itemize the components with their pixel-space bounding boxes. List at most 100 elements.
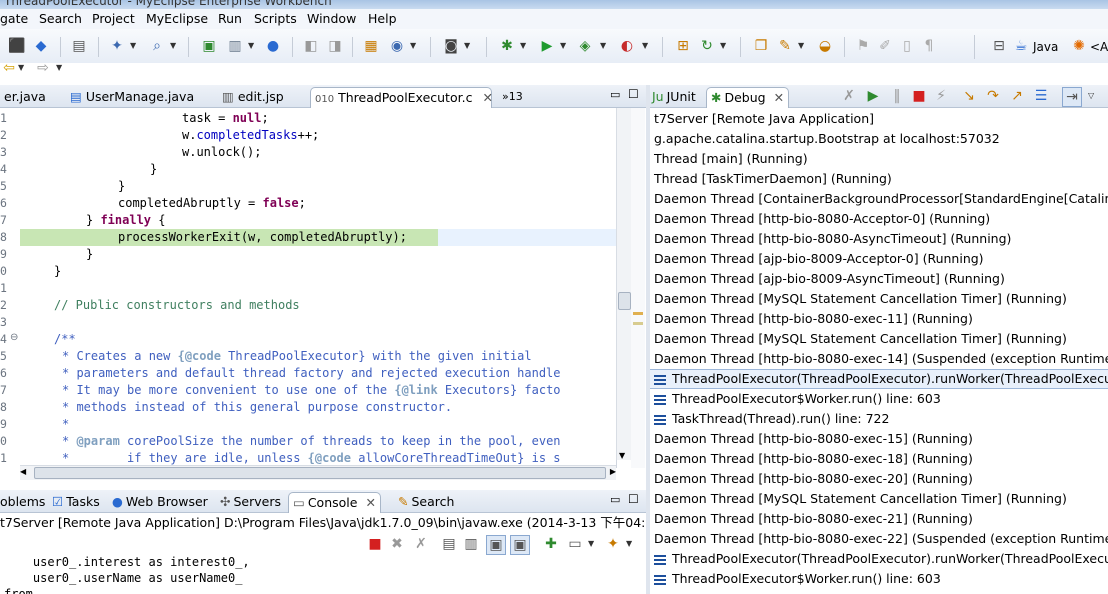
new-wizard-icon[interactable]: ✦ <box>108 37 126 55</box>
stack-frame-row-selected[interactable]: ThreadPoolExecutor(ThreadPoolExecutor).r… <box>650 369 1108 389</box>
maximize-icon[interactable]: ☐ <box>628 87 639 101</box>
close-icon[interactable]: ✕ <box>482 90 492 105</box>
minimize-icon[interactable]: ▭ <box>610 88 620 101</box>
tab-servers[interactable]: ✣ Servers <box>220 492 281 512</box>
more-tabs-button[interactable]: »13 <box>498 87 532 107</box>
thread-row[interactable]: Thread [main] (Running) <box>654 149 808 169</box>
open-perspective-icon[interactable]: ⊟ <box>990 37 1008 55</box>
chevron-down-icon[interactable]: ▼ <box>642 41 648 50</box>
thread-row[interactable]: Daemon Thread [ajp-bio-8009-Acceptor-0] … <box>654 249 984 269</box>
open-task-icon[interactable]: ◒ <box>816 37 834 55</box>
menu-project[interactable]: Project <box>92 11 135 26</box>
tab-console[interactable]: ▭ Console ✕ <box>288 492 381 513</box>
tab-edit-jsp[interactable]: ▥ edit.jsp <box>218 87 302 107</box>
chevron-down-icon[interactable]: ▼ <box>170 41 176 50</box>
thread-row[interactable]: Daemon Thread [MySQL Statement Cancellat… <box>654 289 1067 309</box>
clear-console-icon[interactable]: ▤ <box>440 535 458 553</box>
forward-history-icon[interactable]: ◨ <box>326 37 344 55</box>
chevron-down-icon[interactable]: ▽ <box>1088 91 1094 100</box>
terminate-icon[interactable]: ■ <box>366 535 384 553</box>
display-console-icon[interactable]: ▭ <box>566 535 584 553</box>
open-console-icon[interactable]: ✦ <box>604 535 622 553</box>
disconnect-icon[interactable]: ⚡ <box>932 87 950 105</box>
occurrence-marker[interactable] <box>633 312 643 315</box>
thread-row[interactable]: Daemon Thread [http-bio-8080-AsyncTimeou… <box>654 229 1011 249</box>
chevron-down-icon[interactable]: ▼ <box>720 41 726 50</box>
menu-help[interactable]: Help <box>368 11 397 26</box>
tab-threadpoolexecutor[interactable]: 010 ThreadPoolExecutor.c ✕ <box>310 87 493 108</box>
stack-frame-row[interactable]: TaskThread(Thread).run() line: 722 <box>654 409 889 429</box>
tab-tasks[interactable]: ☑ Tasks <box>52 492 100 512</box>
new-class-icon[interactable]: ⊞ <box>674 37 692 55</box>
tab-problems[interactable]: oblems <box>0 492 45 512</box>
scroll-lock-icon[interactable]: ▥ <box>462 535 480 553</box>
remove-terminated-icon[interactable]: ✗ <box>840 87 858 105</box>
show-whitespace-icon[interactable]: ¶ <box>920 37 938 55</box>
new-icon[interactable]: ⬛ <box>8 37 26 55</box>
run-external-icon[interactable]: ◈ <box>576 37 594 55</box>
maximize-icon[interactable]: ☐ <box>628 492 639 506</box>
show-on-stdout-icon[interactable]: ▣ <box>486 535 506 555</box>
stack-frame-row[interactable]: ThreadPoolExecutor$Worker.run() line: 60… <box>654 569 941 589</box>
chevron-down-icon[interactable]: ▼ <box>130 41 136 50</box>
editor-horizontal-scrollbar[interactable]: ◀ ▶ <box>20 465 616 480</box>
thread-row-suspended[interactable]: Daemon Thread [http-bio-8080-exec-14] (S… <box>654 349 1108 369</box>
thread-row[interactable]: Daemon Thread [http-bio-8080-Acceptor-0]… <box>654 209 990 229</box>
java-perspective-icon[interactable]: ☕ <box>1012 37 1030 55</box>
menu-search[interactable]: Search <box>39 11 82 26</box>
step-into-icon[interactable]: ↘ <box>960 87 978 105</box>
occurrence-marker[interactable] <box>633 322 643 325</box>
thread-row[interactable]: Daemon Thread [http-bio-8080-exec-21] (R… <box>654 509 973 529</box>
menu-navigate[interactable]: gate <box>0 11 28 26</box>
print-icon[interactable]: ▤ <box>70 37 88 55</box>
tab-er-java[interactable]: er.java <box>0 87 64 107</box>
stack-frame-row[interactable]: ThreadPoolExecutor(ThreadPoolExecutor).r… <box>654 549 1108 569</box>
tab-usermanage-java[interactable]: ▤ UserManage.java <box>66 87 214 107</box>
back-history-icon[interactable]: ◧ <box>302 37 320 55</box>
forward-arrow-icon[interactable]: ⇨ <box>34 59 52 77</box>
thread-row[interactable]: Daemon Thread [http-bio-8080-exec-15] (R… <box>654 429 973 449</box>
pen-icon[interactable]: ✐ <box>876 37 894 55</box>
chevron-down-icon[interactable]: ▼ <box>410 41 416 50</box>
editor-vertical-scrollbar[interactable]: ▼ <box>616 108 631 460</box>
chevron-down-icon[interactable]: ▼ <box>248 41 254 50</box>
back-arrow-icon[interactable]: ⇦ <box>0 59 18 77</box>
resume-icon[interactable]: ▶ <box>864 87 882 105</box>
chevron-down-icon[interactable]: ▼ <box>560 41 566 50</box>
menu-scripts[interactable]: Scripts <box>254 11 297 26</box>
tab-search[interactable]: ✎ Search <box>398 492 454 512</box>
chevron-down-icon[interactable]: ▼ <box>626 539 632 548</box>
remove-launch-icon[interactable]: ✖ <box>388 535 406 553</box>
thread-row[interactable]: Daemon Thread [http-bio-8080-exec-11] (R… <box>654 309 973 329</box>
scrollbar-thumb[interactable] <box>618 292 631 310</box>
scroll-left-icon[interactable]: ◀ <box>20 467 26 476</box>
use-step-filters-icon[interactable]: ⇥ <box>1062 87 1082 107</box>
thread-row[interactable]: Daemon Thread [MySQL Statement Cancellat… <box>654 329 1067 349</box>
console-output[interactable]: user0_.interest as interest0_, user0_.us… <box>0 554 646 594</box>
refresh-icon[interactable]: ↻ <box>698 37 716 55</box>
chevron-down-icon[interactable]: ▼ <box>464 41 470 50</box>
java-perspective-label[interactable]: Java <box>1033 40 1058 54</box>
chevron-down-icon[interactable]: ▼ <box>588 539 594 548</box>
thread-row[interactable]: Daemon Thread [ContainerBackgroundProces… <box>654 189 1108 209</box>
package-icon[interactable]: ◆ <box>32 37 50 55</box>
tab-web-browser[interactable]: ● Web Browser <box>112 492 208 512</box>
stack-frame-row[interactable]: ThreadPoolExecutor$Worker.run() line: 60… <box>654 389 941 409</box>
step-over-icon[interactable]: ↷ <box>984 87 1002 105</box>
browser-globe-icon[interactable]: ● <box>264 37 282 55</box>
show-on-stderr-icon[interactable]: ▣ <box>510 535 530 555</box>
suspend-icon[interactable]: ‖ <box>888 87 906 105</box>
deploy-icon[interactable]: ▣ <box>200 37 218 55</box>
menu-myeclipse[interactable]: MyEclipse <box>146 11 208 26</box>
run-icon[interactable]: ▶ <box>538 37 556 55</box>
debug-target-row[interactable]: g.apache.catalina.startup.Bootstrap at l… <box>654 129 1000 149</box>
minimize-icon[interactable]: ▭ <box>610 493 620 506</box>
debug-thread-tree[interactable]: t7Server [Remote Java Application] g.apa… <box>650 108 1108 594</box>
thread-row[interactable]: Thread [TaskTimerDaemon] (Running) <box>654 169 892 189</box>
toggle-mark-icon[interactable]: ⚑ <box>854 37 872 55</box>
tab-debug[interactable]: ✱ Debug ✕ <box>706 87 790 108</box>
drop-to-frame-icon[interactable]: ☰ <box>1032 87 1050 105</box>
thread-row[interactable]: Daemon Thread [ajp-bio-8009-AsyncTimeout… <box>654 269 1005 289</box>
debug-bug-icon[interactable]: ✱ <box>498 37 516 55</box>
chevron-down-icon[interactable]: ▼ <box>600 41 606 50</box>
